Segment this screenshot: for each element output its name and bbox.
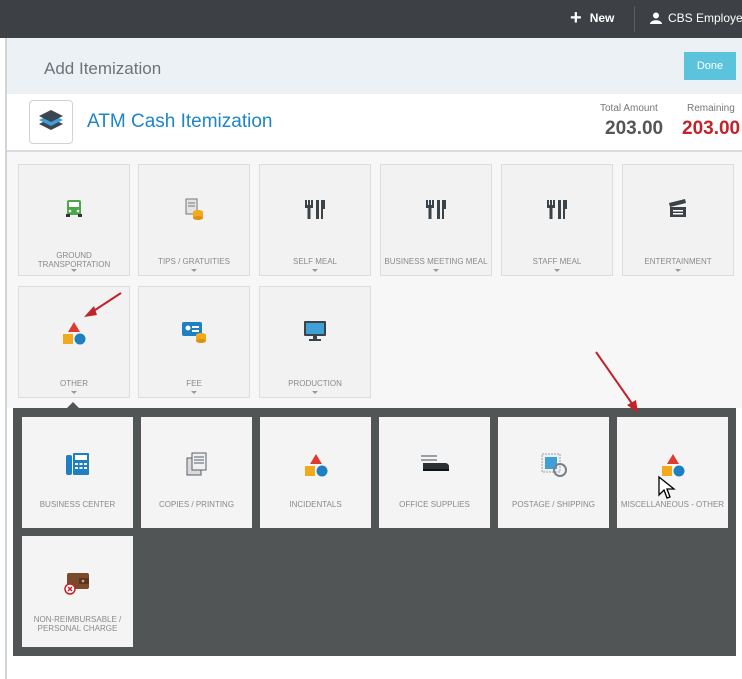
annotation-arrow-miscellaneous	[595, 351, 638, 413]
annotation-arrows	[84, 292, 638, 413]
annotation-arrow-other	[84, 292, 122, 317]
